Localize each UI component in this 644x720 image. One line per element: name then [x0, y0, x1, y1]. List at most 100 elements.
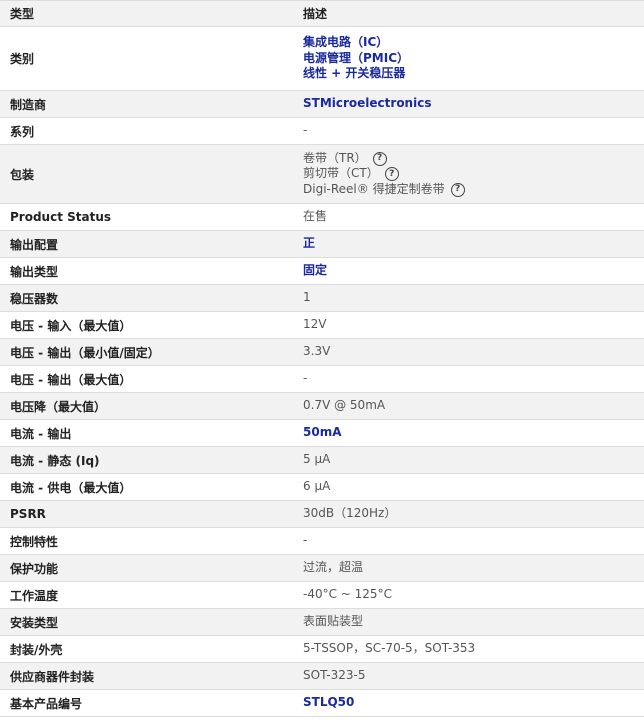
spec-label: 电压 - 输入（最大值） — [10, 318, 132, 333]
spec-value-link[interactable]: 集成电路（IC） — [303, 35, 388, 51]
table-row: 电流 - 供电（最大值） 6 µA — [0, 474, 644, 501]
spec-value-line: 过流，超温 — [303, 560, 644, 576]
spec-value-text: 6 µA — [303, 479, 331, 494]
spec-value-line: 30dB（120Hz） — [303, 506, 644, 522]
spec-value-text: 在售 — [303, 209, 328, 224]
spec-value-link[interactable]: 50mA — [303, 425, 342, 441]
spec-value-line: STLQ50 — [303, 695, 644, 711]
spec-value-line: -40°C ~ 125°C — [303, 587, 644, 603]
spec-value: 在售 — [301, 204, 644, 230]
spec-value: 固定 — [301, 258, 644, 284]
spec-label: 电压 - 输出（最大值） — [10, 372, 132, 387]
spec-value-line: Digi-Reel® 得捷定制卷带? — [303, 182, 644, 198]
spec-value: 1 — [301, 285, 644, 311]
table-row: 控制特性 - — [0, 528, 644, 555]
spec-value-line: 1 — [303, 290, 644, 306]
spec-value: STLQ50 — [301, 690, 644, 716]
spec-label: 电压降（最大值） — [10, 399, 107, 414]
spec-label: 电压 - 输出（最小值/固定） — [10, 345, 160, 360]
spec-value-text: 1 — [303, 290, 311, 305]
spec-value: SOT-323-5 — [301, 663, 644, 689]
spec-label: 控制特性 — [10, 534, 59, 549]
spec-rows: 类别 集成电路（IC） 电源管理（PMIC） 线性 + 开关稳压器制造商 STMicro… — [0, 27, 644, 717]
spec-value-line: 5 µA — [303, 452, 644, 468]
spec-value: 过流，超温 — [301, 555, 644, 581]
spec-value-text: -40°C ~ 125°C — [303, 587, 392, 602]
spec-value: STMicroelectronics — [301, 91, 644, 117]
spec-label: 电流 - 静态 (Iq) — [10, 453, 100, 468]
spec-value: 正 — [301, 231, 644, 257]
spec-label: 系列 — [10, 124, 35, 139]
spec-value: - — [301, 366, 644, 392]
spec-value: 卷带（TR）? 剪切带（CT）? Digi-Reel® 得捷定制卷带? — [301, 145, 644, 203]
spec-label: 制造商 — [10, 97, 47, 112]
spec-value: 集成电路（IC） 电源管理（PMIC） 线性 + 开关稳压器 — [301, 27, 644, 90]
spec-value-text: 剪切带（CT） — [303, 166, 379, 181]
spec-value-line: 在售 — [303, 209, 644, 225]
spec-value-text: 过流，超温 — [303, 560, 364, 575]
spec-value: 30dB（120Hz） — [301, 501, 644, 527]
spec-value-text: SOT-323-5 — [303, 668, 366, 683]
spec-label: 输出类型 — [10, 264, 59, 279]
table-row: 电压 - 输出（最小值/固定） 3.3V — [0, 339, 644, 366]
table-row: 供应商器件封装 SOT-323-5 — [0, 663, 644, 690]
spec-value-text: - — [303, 533, 308, 548]
spec-value-link[interactable]: STMicroelectronics — [303, 96, 431, 112]
question-circle-icon[interactable]: ? — [450, 182, 465, 197]
spec-label: 封装/外壳 — [10, 642, 63, 657]
spec-value: 5-TSSOP，SC-70-5，SOT-353 — [301, 636, 644, 662]
question-circle-icon[interactable]: ? — [384, 167, 399, 181]
product-spec-table: 类型 描述 类别 集成电路（IC） 电源管理（PMIC） 线性 + 开关稳压器制造商 S… — [0, 0, 644, 717]
spec-label: Product Status — [10, 210, 112, 224]
table-row: 稳压器数 1 — [0, 285, 644, 312]
header-type: 类型 — [10, 7, 35, 21]
spec-value-text: - — [303, 371, 308, 386]
spec-value-text: Digi-Reel® 得捷定制卷带 — [303, 181, 445, 196]
spec-value-link[interactable]: 正 — [303, 236, 315, 252]
spec-value-text: 3.3V — [303, 344, 331, 359]
spec-value-line: 0.7V @ 50mA — [303, 398, 644, 414]
question-circle-icon[interactable]: ? — [372, 151, 387, 166]
spec-label: 工作温度 — [10, 588, 59, 603]
spec-value: 5 µA — [301, 447, 644, 473]
spec-value-line: 5-TSSOP，SC-70-5，SOT-353 — [303, 641, 644, 657]
table-row: 包装 卷带（TR）? 剪切带（CT）? Digi-Reel® 得捷定制卷带? — [0, 145, 644, 204]
spec-value-link[interactable]: 电源管理（PMIC） — [303, 51, 409, 67]
spec-value-line: 6 µA — [303, 479, 644, 495]
spec-value-line: SOT-323-5 — [303, 668, 644, 684]
spec-value-text: 5-TSSOP，SC-70-5，SOT-353 — [303, 641, 476, 656]
spec-value-line: 剪切带（CT）? — [303, 166, 644, 182]
spec-value-text: 30dB（120Hz） — [303, 506, 397, 521]
spec-label: 包装 — [10, 167, 35, 182]
spec-value: 12V — [301, 312, 644, 338]
spec-label: 输出配置 — [10, 237, 59, 252]
spec-value-line: 正 — [303, 236, 644, 252]
spec-label: 类别 — [10, 52, 35, 66]
spec-value-text: 12V — [303, 317, 327, 332]
header-description: 描述 — [303, 7, 328, 21]
table-row: 封装/外壳 5-TSSOP，SC-70-5，SOT-353 — [0, 636, 644, 663]
table-row: 电压 - 输出（最大值） - — [0, 366, 644, 393]
spec-value: - — [301, 528, 644, 554]
table-row: 类别 集成电路（IC） 电源管理（PMIC） 线性 + 开关稳压器 — [0, 27, 644, 91]
spec-value: 表面贴装型 — [301, 609, 644, 635]
spec-value-line: - — [303, 533, 644, 549]
spec-value-line: - — [303, 371, 644, 387]
spec-value-text: 5 µA — [303, 452, 331, 467]
spec-value-line: 集成电路（IC） — [303, 35, 644, 51]
spec-value-line: 12V — [303, 317, 644, 333]
spec-label: 电流 - 输出 — [10, 426, 72, 441]
table-row: 电流 - 输出 50mA — [0, 420, 644, 447]
spec-value: 0.7V @ 50mA — [301, 393, 644, 419]
spec-value-link[interactable]: STLQ50 — [303, 695, 354, 711]
table-row: 输出配置 正 — [0, 231, 644, 258]
spec-value-line: 线性 + 开关稳压器 — [303, 66, 644, 82]
spec-value-link[interactable]: 固定 — [303, 263, 327, 279]
spec-label: 电流 - 供电（最大值） — [10, 480, 132, 495]
spec-value-link[interactable]: 线性 + 开关稳压器 — [303, 66, 405, 82]
table-row: 工作温度 -40°C ~ 125°C — [0, 582, 644, 609]
spec-value-line: 固定 — [303, 263, 644, 279]
spec-label: 保护功能 — [10, 561, 59, 576]
spec-value: 3.3V — [301, 339, 644, 365]
table-row: 电压降（最大值） 0.7V @ 50mA — [0, 393, 644, 420]
